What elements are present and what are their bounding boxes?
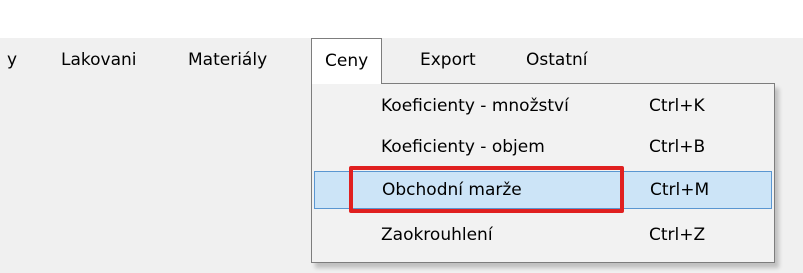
menu-option-label: Koeficienty - objem	[381, 137, 545, 157]
menu-option-label: Koeficienty - množství	[381, 96, 569, 116]
menu-option-shortcut: Ctrl+B	[649, 137, 706, 157]
menu-item-lakovani[interactable]: Lakovani	[61, 38, 137, 84]
menu-option-koeficienty-objem[interactable]: Koeficienty - objem Ctrl+B	[314, 128, 772, 166]
menu-option-shortcut: Ctrl+Z	[649, 225, 706, 245]
menu-option-shortcut: Ctrl+K	[649, 96, 705, 116]
window-top-area	[0, 0, 803, 38]
annotation-highlight-box	[349, 166, 624, 213]
menu-item-ceny[interactable]: Ceny	[311, 38, 383, 84]
menu-item-export[interactable]: Export	[420, 38, 476, 84]
menu-option-label: Zaokrouhlení	[381, 225, 493, 245]
menu-option-koeficienty-mnozstvi[interactable]: Koeficienty - množství Ctrl+K	[314, 87, 772, 125]
menu-item-materialy[interactable]: Materiály	[188, 38, 267, 84]
menu-item-partial[interactable]: y	[7, 38, 17, 84]
menu-option-shortcut: Ctrl+M	[650, 180, 710, 200]
menu-option-zaokrouhleni[interactable]: Zaokrouhlení Ctrl+Z	[314, 216, 772, 254]
menu-bar: y Lakovani Materiály Ceny Export Ostatní	[0, 38, 803, 84]
menu-item-ostatni[interactable]: Ostatní	[526, 38, 587, 84]
